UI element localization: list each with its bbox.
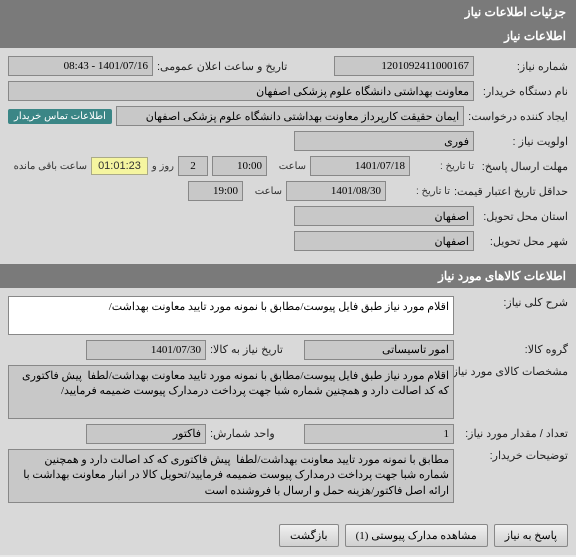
date-need-label: تاریخ نیاز به کالا: xyxy=(210,343,300,356)
need-info-header: اطلاعات نیاز xyxy=(0,24,576,48)
attachments-button[interactable]: مشاهده مدارک پیوستی (1) xyxy=(345,524,488,547)
desc-field[interactable] xyxy=(8,296,454,335)
time-label-1: ساعت xyxy=(271,161,306,172)
button-row: پاسخ به نیاز مشاهده مدارک پیوستی (1) باز… xyxy=(0,516,576,555)
validity-time-field xyxy=(188,181,243,201)
creator-field xyxy=(116,106,464,126)
unit-label: واحد شمارش: xyxy=(210,427,300,440)
days-field xyxy=(178,156,208,176)
need-info-body: شماره نیاز: تاریخ و ساعت اعلان عمومی: نا… xyxy=(0,48,576,264)
contact-buyer-badge[interactable]: اطلاعات تماس خریدار xyxy=(8,109,112,124)
need-number-field xyxy=(334,56,474,76)
qty-field xyxy=(304,424,454,444)
dept-label: نام دستگاه خریدار: xyxy=(478,85,568,98)
back-button[interactable]: بازگشت xyxy=(279,524,339,547)
time-label-2: ساعت xyxy=(247,186,282,197)
days-label: روز و xyxy=(152,161,174,172)
desc-label: شرح کلی نیاز: xyxy=(458,296,568,309)
remaining-label: ساعت باقی مانده xyxy=(14,161,87,172)
countdown-timer: 01:01:23 xyxy=(91,157,148,175)
group-label: گروه کالا: xyxy=(458,343,568,356)
priority-label: اولویت نیاز : xyxy=(478,135,568,148)
announce-label: تاریخ و ساعت اعلان عمومی: xyxy=(157,60,287,73)
need-number-label: شماره نیاز: xyxy=(478,60,568,73)
notes-field xyxy=(8,449,454,503)
qty-label: تعداد / مقدار مورد نیاز: xyxy=(458,427,568,440)
deadline-date-field xyxy=(310,156,410,176)
group-field xyxy=(304,340,454,360)
creator-label: ایجاد کننده درخواست: xyxy=(468,110,568,123)
province-field xyxy=(294,206,474,226)
city-label: شهر محل تحویل: xyxy=(478,235,568,248)
dept-field xyxy=(8,81,474,101)
details-header: جزئیات اطلاعات نیاز xyxy=(0,0,576,24)
notes-label: توضیحات خریدار: xyxy=(458,449,568,462)
goods-header: اطلاعات کالاهای مورد نیاز xyxy=(0,264,576,288)
unit-field xyxy=(86,424,206,444)
goods-body: شرح کلی نیاز: گروه کالا: تاریخ نیاز به ک… xyxy=(0,288,576,516)
deadline-label: مهلت ارسال پاسخ: xyxy=(478,160,568,173)
province-label: استان محل تحویل: xyxy=(478,210,568,223)
validity-date-field xyxy=(286,181,386,201)
announce-field xyxy=(8,56,153,76)
until-label-2: تا تاریخ : xyxy=(390,186,450,197)
reply-button[interactable]: پاسخ به نیاز xyxy=(494,524,568,547)
city-field xyxy=(294,231,474,251)
spec-label: مشخصات کالای مورد نیاز: xyxy=(458,365,568,378)
until-label: تا تاریخ : xyxy=(414,161,474,172)
date-need-field xyxy=(86,340,206,360)
validity-label: حداقل تاریخ اعتبار قیمت: xyxy=(454,185,568,198)
spec-field xyxy=(8,365,454,419)
priority-field xyxy=(294,131,474,151)
deadline-time-field xyxy=(212,156,267,176)
